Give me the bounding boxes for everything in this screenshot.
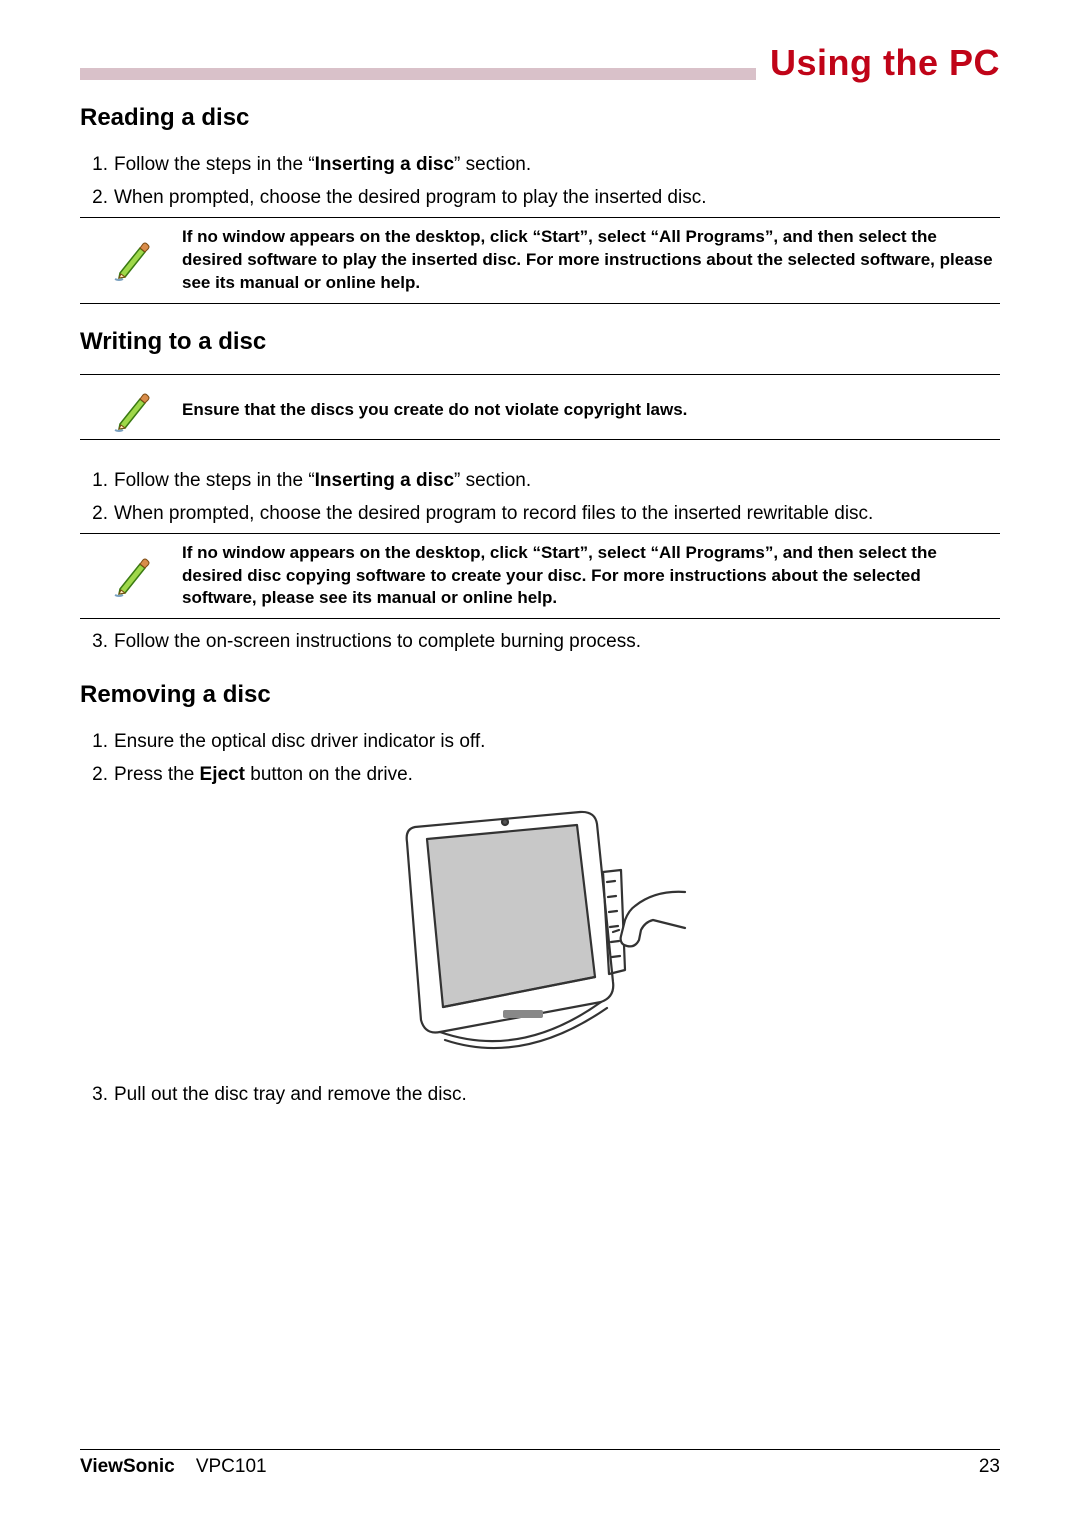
section-heading-reading: Reading a disc: [80, 104, 1000, 132]
note-text: If no window appears on the desktop, cli…: [182, 224, 998, 297]
list-item: Press the Eject button on the drive.: [114, 760, 1000, 789]
step-text: Follow the steps in the “: [114, 154, 315, 175]
step-text: Pull out the disc tray and remove the di…: [114, 1084, 467, 1105]
note-text: Ensure that the discs you create do not …: [182, 397, 998, 424]
step-text-bold: Inserting a disc: [315, 154, 454, 175]
list-item: When prompted, choose the desired progra…: [114, 183, 1000, 212]
note-pencil-icon: [82, 389, 182, 433]
list-item: When prompted, choose the desired progra…: [114, 499, 1000, 528]
eject-illustration: [80, 802, 1000, 1062]
step-text: button on the drive.: [245, 764, 413, 785]
list-item: Ensure the optical disc driver indicator…: [114, 727, 1000, 756]
step-text: Press the: [114, 764, 200, 785]
step-text: When prompted, choose the desired progra…: [114, 503, 873, 524]
note-box: If no window appears on the desktop, cli…: [80, 217, 1000, 304]
writing-steps-cont: Follow the on-screen instructions to com…: [80, 627, 1000, 656]
list-item: Follow the on-screen instructions to com…: [114, 627, 1000, 656]
step-text: ” section.: [454, 154, 531, 175]
removing-steps: Ensure the optical disc driver indicator…: [80, 727, 1000, 790]
chapter-title: Using the PC: [756, 42, 1000, 84]
list-item: Follow the steps in the “Inserting a dis…: [114, 150, 1000, 179]
list-item: Pull out the disc tray and remove the di…: [114, 1080, 1000, 1109]
note-box: Ensure that the discs you create do not …: [80, 383, 1000, 440]
step-text-bold: Eject: [200, 764, 245, 785]
chapter-header: Using the PC: [80, 30, 1000, 80]
step-text-bold: Inserting a disc: [315, 470, 454, 491]
list-item: Follow the steps in the “Inserting a dis…: [114, 466, 1000, 495]
note-pencil-icon: [82, 238, 182, 282]
section-heading-writing: Writing to a disc: [80, 328, 1000, 356]
note-pencil-icon: [82, 554, 182, 598]
footer-model: VPC101: [196, 1456, 267, 1477]
note-text: If no window appears on the desktop, cli…: [182, 540, 998, 613]
page-footer: ViewSonic VPC101 23: [80, 1449, 1000, 1478]
step-text: Follow the steps in the “: [114, 470, 315, 491]
removing-steps-cont: Pull out the disc tray and remove the di…: [80, 1080, 1000, 1109]
footer-left: ViewSonic VPC101: [80, 1456, 267, 1478]
step-text: Follow the on-screen instructions to com…: [114, 631, 641, 652]
step-text: Ensure the optical disc driver indicator…: [114, 731, 485, 752]
step-text: When prompted, choose the desired progra…: [114, 187, 707, 208]
reading-steps: Follow the steps in the “Inserting a dis…: [80, 150, 1000, 213]
step-text: ” section.: [454, 470, 531, 491]
divider: [80, 374, 1000, 375]
writing-steps: Follow the steps in the “Inserting a dis…: [80, 466, 1000, 529]
footer-page-number: 23: [979, 1456, 1000, 1478]
footer-brand: ViewSonic: [80, 1456, 175, 1477]
note-box: If no window appears on the desktop, cli…: [80, 533, 1000, 620]
section-heading-removing: Removing a disc: [80, 681, 1000, 709]
